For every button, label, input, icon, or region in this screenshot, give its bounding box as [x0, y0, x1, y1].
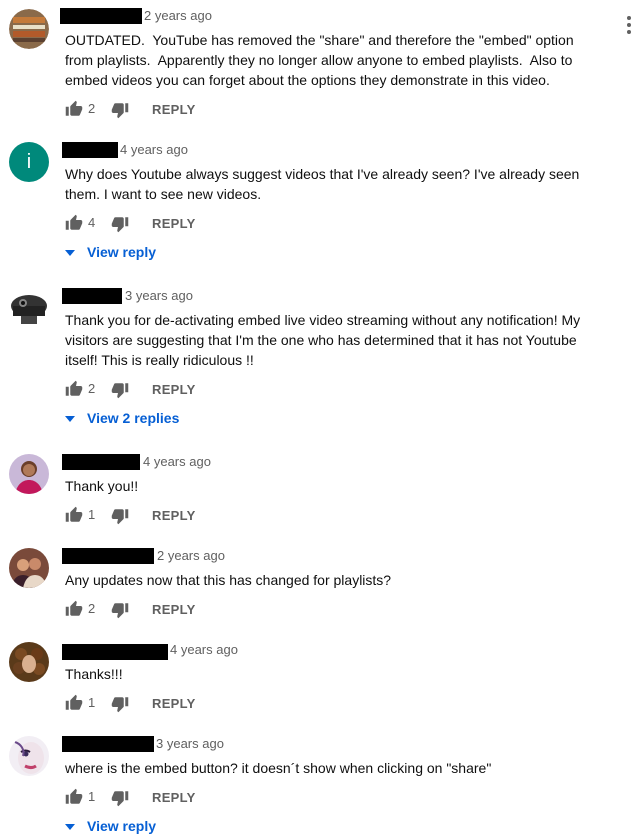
redacted-username	[62, 548, 154, 564]
thumbs-up-icon[interactable]	[65, 214, 83, 232]
view-replies-label: View reply	[87, 244, 157, 260]
comment-actions: 2 REPLY	[65, 598, 365, 622]
comment-timestamp: 4 years ago	[143, 454, 211, 469]
thumbs-up-icon[interactable]	[65, 380, 83, 398]
comment-timestamp: 3 years ago	[156, 736, 224, 751]
like-count: 2	[88, 101, 96, 116]
thumbs-up-icon[interactable]	[65, 100, 83, 118]
couple-photo-avatar[interactable]	[9, 548, 49, 588]
reply-button[interactable]: REPLY	[152, 508, 196, 523]
avatar-letter: i	[26, 151, 32, 173]
reply-button[interactable]: REPLY	[152, 102, 196, 117]
caret-down-icon	[65, 250, 75, 256]
thumbs-down-icon[interactable]	[111, 507, 129, 525]
thumbs-down-icon[interactable]	[111, 101, 129, 119]
comment-actions: 1 REPLY	[65, 504, 365, 528]
reply-button[interactable]: REPLY	[152, 382, 196, 397]
view-replies-label: View 2 replies	[87, 410, 180, 426]
redacted-username	[62, 644, 168, 660]
redacted-username	[62, 288, 122, 304]
comment-timestamp: 4 years ago	[170, 642, 238, 657]
comment-timestamp: 2 years ago	[157, 548, 225, 563]
dome-camera-avatar[interactable]	[9, 288, 49, 328]
person-photo-avatar[interactable]	[9, 454, 49, 494]
comment-timestamp: 2 years ago	[144, 8, 212, 23]
thumbs-down-icon[interactable]	[111, 695, 129, 713]
like-count: 1	[88, 507, 96, 522]
like-count: 1	[88, 789, 96, 804]
comment-text: Why does Youtube always suggest videos t…	[65, 166, 584, 202]
like-count: 2	[88, 601, 96, 616]
comment-timestamp: 3 years ago	[125, 288, 193, 303]
reply-button[interactable]: REPLY	[152, 790, 196, 805]
comment-actions: 2 REPLY	[65, 378, 365, 402]
curly-hair-photo-avatar[interactable]	[9, 642, 49, 682]
comment-text: Thanks!!!	[65, 666, 123, 682]
thumbs-down-icon[interactable]	[111, 215, 129, 233]
redacted-username	[62, 736, 154, 752]
comment-actions: 1 REPLY	[65, 692, 365, 716]
thumbs-down-icon[interactable]	[111, 381, 129, 399]
comment-text: where is the embed button? it doesn´t sh…	[65, 760, 492, 776]
like-count: 2	[88, 381, 96, 396]
view-replies-label: View reply	[87, 818, 157, 834]
caret-down-icon	[65, 416, 75, 422]
thumbs-down-icon[interactable]	[111, 601, 129, 619]
thumbs-down-icon[interactable]	[111, 789, 129, 807]
reply-button[interactable]: REPLY	[152, 696, 196, 711]
thumbs-up-icon[interactable]	[65, 600, 83, 618]
comment-text: Thank you!!	[65, 478, 139, 494]
redacted-username	[62, 454, 140, 470]
letter-avatar[interactable]: i	[9, 142, 49, 182]
comment-text: Thank you for de-activating embed live v…	[65, 312, 585, 368]
comment-menu-icon[interactable]	[623, 16, 635, 38]
redacted-username	[60, 8, 142, 24]
reply-button[interactable]: REPLY	[152, 602, 196, 617]
ornate-logo-avatar[interactable]	[9, 9, 49, 49]
like-count: 4	[88, 215, 96, 230]
thumbs-up-icon[interactable]	[65, 788, 83, 806]
comment-actions: 2 REPLY	[65, 98, 365, 122]
face-art-avatar[interactable]	[9, 736, 49, 776]
thumbs-up-icon[interactable]	[65, 506, 83, 524]
comment-text: Any updates now that this has changed fo…	[65, 572, 392, 588]
redacted-username	[62, 142, 118, 158]
comment-actions: 1 REPLY	[65, 786, 365, 810]
thumbs-up-icon[interactable]	[65, 694, 83, 712]
caret-down-icon	[65, 824, 75, 830]
comment-actions: 4 REPLY	[65, 212, 365, 236]
comment-text: OUTDATED. YouTube has removed the "share…	[65, 32, 578, 88]
like-count: 1	[88, 695, 96, 710]
reply-button[interactable]: REPLY	[152, 216, 196, 231]
comment-timestamp: 4 years ago	[120, 142, 188, 157]
